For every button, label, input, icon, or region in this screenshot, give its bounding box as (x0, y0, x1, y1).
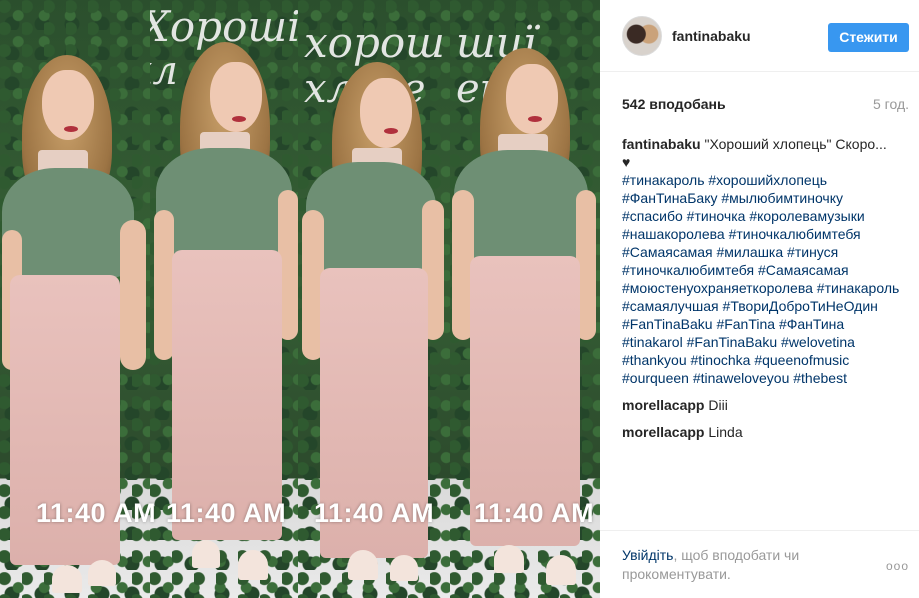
comments-list: fantinabaku "Хороший хлопець" Скоро... ♥… (622, 135, 914, 450)
hashtag-link[interactable]: #ФанТинаБаку (622, 190, 717, 206)
hashtag-link[interactable]: #тинакароль (622, 172, 704, 188)
hashtag-link[interactable]: #тинуся (787, 244, 838, 260)
video-timestamp: 11:40 AM (314, 498, 435, 528)
hashtag-link[interactable]: #милашка (717, 244, 784, 260)
hashtag-link[interactable]: #хорошийхлопець (708, 172, 827, 188)
hashtag-link[interactable]: #tinakarol (622, 334, 683, 350)
more-options-icon[interactable]: ооо (886, 559, 909, 573)
hashtag-link[interactable]: #мылюбимтиночку (721, 190, 843, 206)
hashtag-list: #тинакароль #хорошийхлопець #ФанТинаБаку… (622, 171, 902, 387)
video-timestamp: 11:40 AM (36, 498, 157, 528)
hashtag-link[interactable]: #thankyou (622, 352, 687, 368)
hashtag-link[interactable]: #моюстенуохраняеткоролева (622, 280, 813, 296)
hashtag-link[interactable]: #тинакароль (817, 280, 899, 296)
caption-author[interactable]: fantinabaku (622, 136, 701, 152)
comment-author[interactable]: morellacapp (622, 397, 704, 413)
hashtag-link[interactable]: #самаялучшая (622, 298, 719, 314)
hashtag-link[interactable]: #thebest (793, 370, 847, 386)
hashtag-link[interactable]: #тиночкалюбимтебя (729, 226, 861, 242)
hashtag-link[interactable]: #FanTina (716, 316, 775, 332)
username-link[interactable]: fantinabaku (672, 28, 751, 44)
hashtag-link[interactable]: #королевамузыки (749, 208, 864, 224)
hashtag-link[interactable]: #Самаясамая (622, 244, 713, 260)
hashtag-link[interactable]: #FanTinaBaku (687, 334, 778, 350)
follow-button[interactable]: Стежити (828, 23, 909, 52)
post-media[interactable]: Хороші хл хорош хлопе (0, 0, 600, 598)
hashtag-link[interactable]: #ТвориДоброТиНеОдин (723, 298, 878, 314)
caption-text: "Хороший хлопець" Скоро... (704, 136, 887, 152)
post-age[interactable]: 5 год. (873, 96, 909, 112)
post-footer: Увійдіть, щоб вподобати чи прокоментуват… (600, 530, 919, 598)
login-link[interactable]: Увійдіть (622, 547, 673, 563)
comment-item: morellacapp Diii (622, 396, 914, 414)
comment-item: morellacapp Linda (622, 423, 914, 441)
hashtag-link[interactable]: #queenofmusic (754, 352, 849, 368)
hashtag-link[interactable]: #FanTinaBaku (622, 316, 713, 332)
hashtag-link[interactable]: #welovetina (781, 334, 855, 350)
hashtag-link[interactable]: #ourqueen (622, 370, 689, 386)
hashtag-link[interactable]: #тиночкалюбимтебя (622, 262, 754, 278)
post-header: fantinabaku Стежити (600, 0, 919, 72)
comment-text: Diii (708, 397, 728, 413)
avatar[interactable] (622, 16, 662, 56)
hashtag-link[interactable]: #tinochka (691, 352, 751, 368)
hashtag-link[interactable]: #ФанТина (779, 316, 844, 332)
hashtag-link[interactable]: #спасибо (622, 208, 683, 224)
hashtag-link[interactable]: #Самаясамая (758, 262, 849, 278)
hashtag-link[interactable]: #тиночка (687, 208, 746, 224)
video-timestamp: 11:40 AM (166, 498, 287, 528)
heart-icon: ♥ (622, 154, 631, 170)
comment-author[interactable]: morellacapp (622, 424, 704, 440)
caption: fantinabaku "Хороший хлопець" Скоро... ♥… (622, 135, 914, 387)
hashtag-link[interactable]: #tinaweloveyou (693, 370, 790, 386)
hashtag-link[interactable]: #нашакоролева (622, 226, 725, 242)
comment-text: Linda (708, 424, 743, 440)
video-timestamp: 11:40 AM (474, 498, 595, 528)
like-count[interactable]: 542 вподобань (622, 96, 726, 112)
post-sidebar: fantinabaku Стежити 542 вподобань 5 год.… (600, 0, 919, 598)
login-prompt: Увійдіть, щоб вподобати чи прокоментуват… (622, 546, 852, 584)
